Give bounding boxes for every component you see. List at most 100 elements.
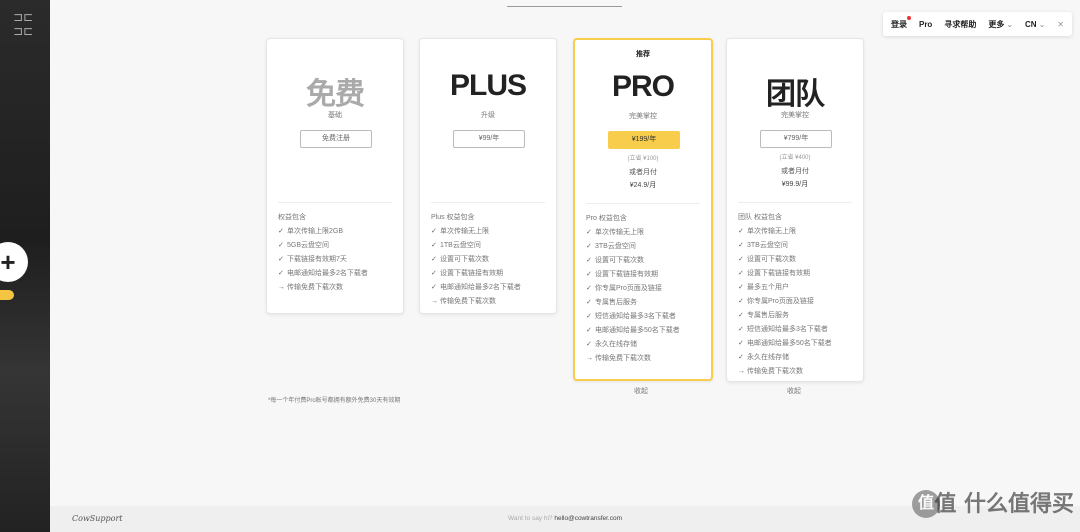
top-tab[interactable] bbox=[507, 0, 622, 7]
plan-card-pro: 推荐 PRO 完美掌控 ¥199/年 (立省 ¥100) 或者月付 ¥24.9/… bbox=[573, 38, 713, 381]
divider bbox=[738, 202, 852, 203]
feature-text: 传输免费下载次数 bbox=[595, 355, 651, 362]
check-icon: ✓ bbox=[586, 327, 592, 334]
plan-name: PLUS bbox=[449, 69, 527, 102]
check-icon: ✓ bbox=[738, 326, 744, 333]
feature-text: 3TB云盘空间 bbox=[747, 242, 788, 249]
plan-card-plus: PLUS 升级 ¥99/年 Plus 权益包含 ✓ 单次传输无上限 ✓ 1TB云盘空间… bbox=[419, 38, 557, 314]
feature-item: ✓ 设置可下载次数 bbox=[431, 253, 521, 267]
feature-item: ✓ 永久在线存储 bbox=[738, 351, 832, 365]
check-icon: ✓ bbox=[278, 242, 284, 249]
collapse-link[interactable]: 收起 bbox=[634, 386, 648, 396]
monthly-price-link[interactable]: ¥24.9/月 bbox=[575, 180, 711, 190]
check-icon: ✓ bbox=[431, 256, 437, 263]
feature-text: 单次传输无上限 bbox=[595, 229, 644, 236]
login-link[interactable]: 登录 bbox=[891, 15, 911, 30]
watermark-text: 值 什么值得买 bbox=[934, 492, 1074, 517]
feature-item: → 传输免费下载次数 bbox=[738, 365, 832, 379]
plan-name: 团队 bbox=[766, 78, 825, 111]
feature-item: ✓ 短信通知给最多3名下载者 bbox=[586, 310, 680, 324]
check-icon: ✓ bbox=[586, 257, 592, 264]
team-buy-button[interactable]: ¥799/年 bbox=[760, 130, 832, 148]
feature-text: 5GB云盘空间 bbox=[287, 242, 330, 249]
feature-text: 专属售后服务 bbox=[747, 312, 789, 319]
feature-text: 设置可下载次数 bbox=[747, 256, 796, 263]
feature-text: 设置可下载次数 bbox=[595, 257, 644, 264]
check-icon: ✓ bbox=[738, 340, 744, 347]
feature-text: 传输免费下载次数 bbox=[747, 368, 803, 375]
footnote: *每一个年付费Pro账号都拥有额外免费30天有效期 bbox=[268, 398, 401, 404]
yellow-tab-icon bbox=[0, 290, 14, 300]
collapse-link[interactable]: 收起 bbox=[787, 386, 801, 396]
feature-text: 1TB云盘空间 bbox=[440, 242, 481, 249]
feature-text: 下载链接有效期7天 bbox=[287, 256, 347, 263]
feature-item: ✓ 永久在线存储 bbox=[586, 338, 680, 352]
plan-card-free: 免费 基础 免费注册 权益包含 ✓ 单次传输上限2GB ✓ 5GB云盘空间 ✓ 下载链接有… bbox=[266, 38, 404, 314]
feature-text: 短信通知给最多3名下载者 bbox=[747, 326, 828, 333]
feature-item: ✓ 3TB云盘空间 bbox=[586, 240, 680, 254]
savings-text: (立省 ¥400) bbox=[779, 155, 811, 161]
feature-item: ✓ 5GB云盘空间 bbox=[278, 239, 368, 253]
feature-item: ✓ 设置下载链接有效期 bbox=[431, 267, 521, 281]
feature-text: 设置下载链接有效期 bbox=[595, 271, 658, 278]
plan-name: 免费 bbox=[306, 78, 365, 111]
feature-text: 你专属Pro页面及链接 bbox=[595, 285, 662, 292]
feature-text: 单次传输无上限 bbox=[747, 228, 796, 235]
add-transfer-button[interactable]: + bbox=[0, 242, 28, 282]
feature-item: ✓ 1TB云盘空间 bbox=[431, 239, 521, 253]
check-icon: ✓ bbox=[738, 284, 744, 291]
check-icon: ✓ bbox=[278, 228, 284, 235]
left-sidebar: ⊐⊏ ⊐⊏ + bbox=[0, 0, 50, 532]
contact-prefix: Want to say hi? bbox=[507, 515, 553, 522]
check-icon: ✓ bbox=[278, 270, 284, 277]
close-icon[interactable]: ✕ bbox=[1057, 20, 1064, 29]
pro-link[interactable]: Pro bbox=[919, 20, 932, 29]
more-menu[interactable]: 更多 ⌄ bbox=[988, 19, 1013, 30]
feature-text: 永久在线存储 bbox=[595, 341, 637, 348]
feature-text: 设置下载链接有效期 bbox=[440, 270, 503, 277]
check-icon: ✓ bbox=[738, 256, 744, 263]
feature-item: ✓ 你专属Pro页面及链接 bbox=[586, 282, 680, 296]
notification-dot-icon bbox=[906, 15, 911, 20]
plan-subtitle: 完美掌控 bbox=[781, 112, 809, 119]
check-icon: ✓ bbox=[738, 312, 744, 319]
check-icon: ✓ bbox=[738, 298, 744, 305]
feature-item: ✓ 最多五个用户 bbox=[738, 281, 832, 295]
app-logo-icon[interactable]: ⊐⊏ ⊐⊏ bbox=[12, 10, 34, 38]
feature-item: ✓ 电邮通知给最多50名下载者 bbox=[738, 337, 832, 351]
check-icon: ✓ bbox=[586, 341, 592, 348]
check-icon: ✓ bbox=[431, 284, 437, 291]
language-select[interactable]: CN ⌄ bbox=[1025, 20, 1045, 29]
check-icon: ✓ bbox=[431, 242, 437, 249]
check-icon: ✓ bbox=[586, 299, 592, 306]
free-signup-button[interactable]: 免费注册 bbox=[300, 130, 372, 148]
feature-text: 3TB云盘空间 bbox=[595, 243, 636, 250]
divider bbox=[278, 202, 392, 203]
check-icon: ✓ bbox=[738, 354, 744, 361]
pro-buy-button[interactable]: ¥199/年 bbox=[608, 131, 680, 149]
feature-text: 传输免费下载次数 bbox=[287, 284, 343, 291]
plan-card-team: 团队 完美掌控 ¥799/年 (立省 ¥400) 或者月付 ¥99.9/月 团队… bbox=[726, 38, 864, 382]
plus-buy-button[interactable]: ¥99/年 bbox=[453, 130, 525, 148]
feature-text: 你专属Pro页面及链接 bbox=[747, 298, 814, 305]
feature-text: 永久在线存储 bbox=[747, 354, 789, 361]
feature-item: ✓ 设置可下载次数 bbox=[586, 254, 680, 268]
feature-item: ✓ 单次传输无上限 bbox=[738, 225, 832, 239]
arrow-right-icon: → bbox=[586, 355, 593, 362]
feature-text: 专属售后服务 bbox=[595, 299, 637, 306]
feature-item: ✓ 单次传输无上限 bbox=[586, 226, 680, 240]
feature-item: ✓ 专属售后服务 bbox=[586, 296, 680, 310]
features-title: Plus 权益包含 bbox=[431, 214, 475, 221]
feature-text: 电邮通知给最多50名下载者 bbox=[747, 340, 832, 347]
check-icon: ✓ bbox=[278, 256, 284, 263]
feature-item: → 传输免费下载次数 bbox=[278, 281, 368, 295]
divider bbox=[586, 203, 700, 204]
feature-item: ✓ 短信通知给最多3名下载者 bbox=[738, 323, 832, 337]
plan-name: PRO bbox=[611, 70, 675, 103]
features-title: 团队 权益包含 bbox=[738, 214, 782, 221]
contact-email-link[interactable]: hello@cowtransfer.com bbox=[554, 515, 622, 522]
feature-list: ✓ 单次传输无上限 ✓ 3TB云盘空间 ✓ 设置可下载次数 ✓ 设置下载链接有效期 ✓ 最多五个用… bbox=[738, 225, 832, 379]
help-link[interactable]: 寻求帮助 bbox=[944, 19, 976, 30]
plan-subtitle: 完美掌控 bbox=[629, 113, 657, 120]
monthly-price-link[interactable]: ¥99.9/月 bbox=[727, 179, 863, 189]
